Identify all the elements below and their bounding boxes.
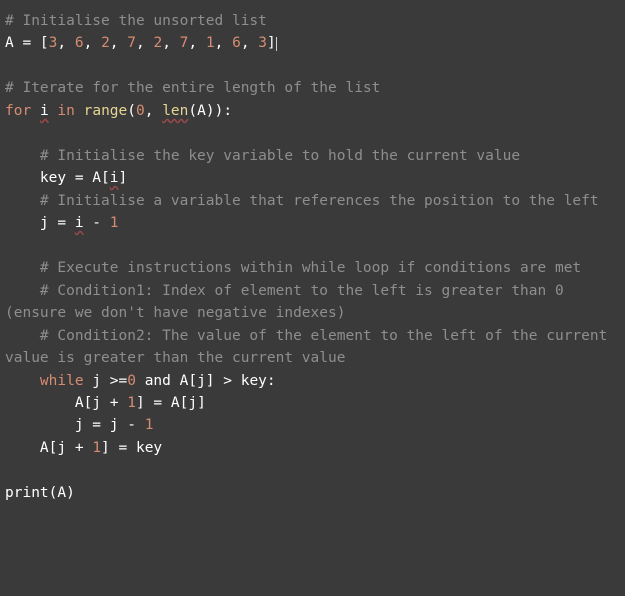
num-token: 0 [127, 373, 136, 389]
code-token: ] [119, 170, 128, 186]
fn-range: range [84, 103, 128, 119]
num-token: 2 [153, 35, 162, 51]
num-token: 6 [75, 35, 84, 51]
code-block: # Initialise the unsorted list A = [3, 6… [0, 0, 625, 514]
num-token: 1 [145, 417, 154, 433]
code-token: j = [5, 215, 75, 231]
comma-sep: , [84, 35, 101, 51]
comma-sep: , [241, 35, 258, 51]
var-i: i [75, 215, 84, 231]
code-token: j >= [84, 373, 128, 389]
comment-line: # Execute instructions within while loop… [5, 260, 581, 276]
comment-line: # Initialise a variable that references … [5, 193, 599, 209]
list-literal: 3, 6, 2, 7, 2, 7, 1, 6, 3 [49, 35, 267, 51]
code-token: A[j + [5, 395, 127, 411]
keyword-while: while [5, 373, 84, 389]
comment-line: # Initialise the unsorted list [5, 13, 267, 29]
code-token: = [ [14, 35, 49, 51]
num-token: 1 [110, 215, 119, 231]
comma-sep: , [110, 35, 127, 51]
comment-line: # Condition1: Index of element to the le… [5, 283, 572, 321]
code-token: j = j - [5, 417, 145, 433]
code-token: ] = key [101, 440, 162, 456]
var-i: i [40, 103, 49, 119]
comma-sep: , [136, 35, 153, 51]
keyword-for: for [5, 103, 31, 119]
caret-icon [276, 37, 277, 52]
keyword-in: in [57, 103, 74, 119]
code-token: key = A[ [5, 170, 110, 186]
code-token: ( [127, 103, 136, 119]
num-token: 0 [136, 103, 145, 119]
num-token: 6 [232, 35, 241, 51]
code-token: A[j + [5, 440, 92, 456]
comma-sep: , [188, 35, 205, 51]
fn-len: len [162, 103, 188, 119]
comma-sep: , [57, 35, 74, 51]
comma-sep: , [215, 35, 232, 51]
num-token: 3 [258, 35, 267, 51]
code-token: (A)): [188, 103, 232, 119]
comma-sep: , [162, 35, 179, 51]
comment-line: # Iterate for the entire length of the l… [5, 80, 380, 96]
num-token: 1 [206, 35, 215, 51]
code-token: and A[j] > key: [136, 373, 276, 389]
code-token: ] = A[j] [136, 395, 206, 411]
var-i: i [110, 170, 119, 186]
code-token: ] [267, 35, 276, 51]
comment-line: # Condition2: The value of the element t… [5, 328, 616, 366]
num-token: 7 [127, 35, 136, 51]
code-token: A [5, 35, 14, 51]
code-token: - [84, 215, 110, 231]
num-token: 1 [92, 440, 101, 456]
num-token: 1 [127, 395, 136, 411]
num-token: 2 [101, 35, 110, 51]
code-token: , [145, 103, 162, 119]
comment-line: # Initialise the key variable to hold th… [5, 148, 520, 164]
print-call: print(A) [5, 485, 75, 501]
